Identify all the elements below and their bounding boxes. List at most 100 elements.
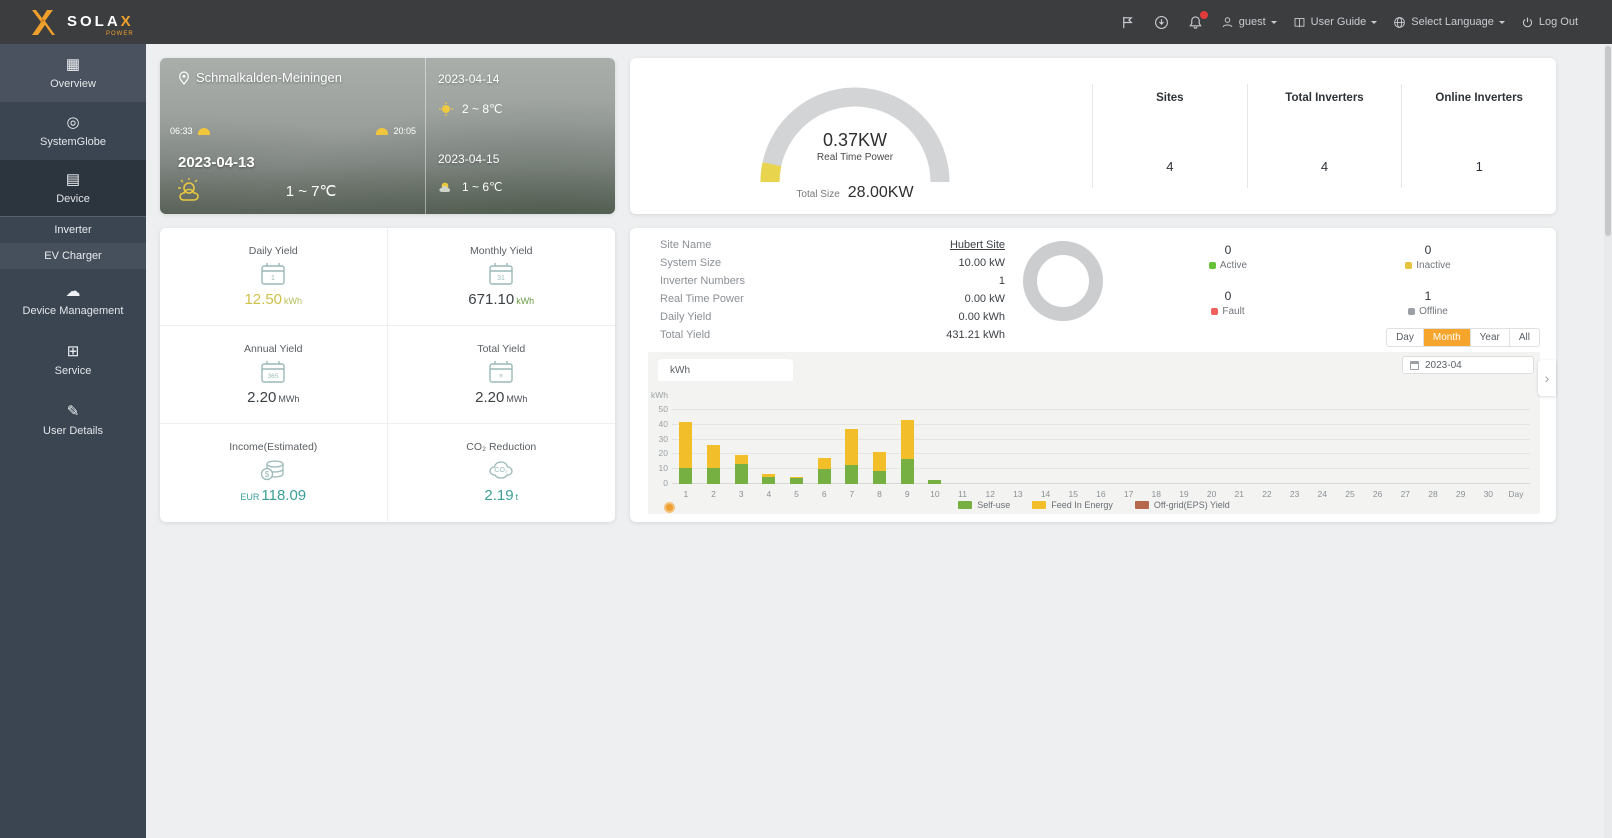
x-tick: 7 [849,489,855,499]
sidebar-item-overview[interactable]: ▦ Overview [0,44,146,102]
user-name: guest [1238,16,1266,28]
logout-button[interactable]: Log Out [1521,16,1578,29]
solax-logo: SOLAX POWER [0,7,134,37]
language-label: Select Language [1411,16,1494,28]
download-icon[interactable] [1153,13,1171,31]
site-row: Real Time Power 0.00 kW [660,293,1005,305]
legend-item[interactable]: Self-use [958,500,1010,510]
carousel-next-arrow[interactable]: › [1538,360,1556,396]
logout-label: Log Out [1538,16,1578,28]
site-row: Daily Yield 0.00 kWh [660,311,1005,323]
y-tick: 40 [658,419,668,429]
user-guide-label: User Guide [1310,16,1367,28]
site-info-rows: Site Name Hubert Site System Size 10.00 kW… [660,236,1005,344]
x-tick: 18 [1151,489,1161,499]
x-tick: 17 [1123,489,1134,499]
sidebar-subitem-ev-charger[interactable]: EV Charger [0,243,146,269]
language-menu[interactable]: Select Language [1393,16,1505,29]
x-tick: 19 [1179,489,1189,499]
tab-all[interactable]: All [1508,329,1539,346]
x-tick: 29 [1455,489,1466,499]
calendar-total-icon: ≡ [489,360,513,383]
sidebar: ▦ Overview ◎ SystemGlobe ▤ Device Invert… [0,44,146,838]
overview-icon: ▦ [65,55,81,73]
chart-bars [672,374,1530,484]
chevron-down-icon [1371,21,1378,27]
legend-item[interactable]: Feed In Energy [1032,500,1113,510]
real-time-power-gauge: 0.37KW Real Time Power [745,72,965,195]
scrollbar[interactable] [1604,44,1612,838]
x-tick: 22 [1262,489,1272,499]
status-inactive: 0 Inactive [1328,234,1528,280]
x-tick: 27 [1400,489,1411,499]
sun-cloud-icon [439,182,450,192]
site-name-link[interactable]: Hubert Site [950,239,1005,251]
site-row: Total Yield 431.21 kWh [660,329,1005,341]
legend-swatch [1032,501,1047,509]
service-icon: ⊞ [66,342,80,360]
bar-day-5 [783,476,811,484]
sunset-icon [376,127,389,135]
x-tick: 12 [985,489,995,499]
bar-day-9 [893,419,921,484]
tab-year[interactable]: Year [1469,329,1509,346]
sidebar-item-user-details[interactable]: ✎ User Details [0,389,146,451]
calendar-icon [1410,360,1419,370]
weather-today-temp: 1 ~ 7℃ [285,183,337,200]
chart-xlabels: 1 2 3 4 5 6 7 8 9 10 11 12 13 14 15 16 17 18 19 20 21 22 23 24 2… [672,489,1530,499]
notification-bell-icon[interactable] [1187,11,1208,31]
sidebar-subitem-inverter[interactable]: Inverter [0,217,146,243]
legend-swatch [958,501,973,509]
partly-cloudy-icon [178,178,199,201]
status-active: 0 Active [1128,234,1328,280]
inactive-dot [1405,262,1413,269]
svg-text:365: 365 [268,373,279,380]
bar-day-3 [727,455,755,484]
annual-yield-cell: Annual Yield 365 2.20 MWh [160,326,388,424]
sidebar-item-device-management[interactable]: ☁ Device Management [0,269,146,331]
y-tick: 0 [663,478,668,488]
x-tick: 25 [1345,489,1355,499]
legend-item[interactable]: Off-grid(EPS) Yield [1134,500,1230,510]
x-tick: 11 [958,489,967,499]
x-tick: 13 [1013,489,1023,499]
forecast-temp: 1 ~ 6℃ [462,180,503,194]
user-details-icon: ✎ [66,402,80,420]
sidebar-item-device[interactable]: ▤ Device [0,160,146,217]
x-tick: 8 [877,489,882,499]
bar-day-7 [838,429,866,484]
guide-book-icon [1294,17,1305,28]
sunny-icon [439,102,453,116]
tab-day[interactable]: Day [1387,329,1423,346]
stat-online-inverters: Online Inverters 1 [1401,84,1556,188]
forecast-temp: 2 ~ 8℃ [462,102,503,116]
x-tick: 20 [1206,489,1217,499]
topbar: SOLAX POWER guest User Guide Select Lang… [0,0,1612,44]
x-tick: 23 [1289,489,1300,499]
x-tick: 4 [766,489,772,499]
tab-month[interactable]: Month [1422,329,1470,346]
bar-day-4 [755,473,783,484]
x-tick: 2 [711,489,716,499]
announcement-icon[interactable] [1119,13,1137,31]
chart-date-value: 2023-04 [1425,359,1462,371]
x-tick: 21 [1234,489,1244,499]
sunset-time: 20:05 [393,126,416,136]
stat-total-inverters: Total Inverters 4 [1246,84,1402,188]
brand-text: SOLAX [67,13,134,30]
chart-date-picker[interactable]: 2023-04 [1402,356,1534,374]
user-menu[interactable]: guest [1221,16,1277,29]
x-tick: 24 [1317,489,1328,499]
calendar-day-icon: 1 [261,262,285,285]
scrollbar-thumb[interactable] [1605,46,1611,236]
x-tick: 14 [1040,489,1051,499]
site-row: Inverter Numbers 1 [660,275,1005,287]
user-guide-menu[interactable]: User Guide [1293,16,1378,29]
range-tabs: Day Month Year All [1386,328,1540,347]
forecast-date: 2023-04-14 [438,72,500,86]
sidebar-item-service[interactable]: ⊞ Service [0,331,146,389]
x-tick: 5 [794,489,799,499]
sidebar-item-systemglobe[interactable]: ◎ SystemGlobe [0,102,146,160]
carousel-dot[interactable] [664,502,675,513]
brand-subtext: POWER [106,31,134,37]
